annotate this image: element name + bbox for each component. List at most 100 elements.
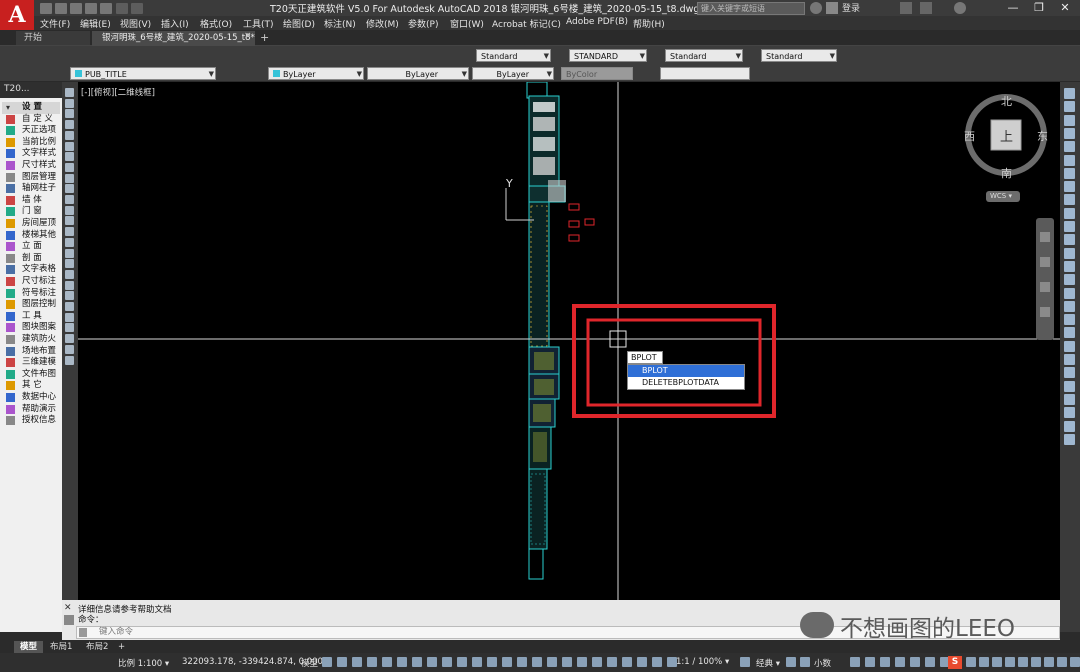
annotation-scale[interactable]: 1:1 / 100% ▾ [676,657,729,667]
panel-item[interactable]: 数据中心 [2,392,60,404]
modify-tool-icon[interactable] [1064,141,1075,153]
status-toggle-icon[interactable] [910,657,920,667]
draw-tool-icon[interactable] [65,109,74,119]
menu-window[interactable]: 窗口(W) [450,17,484,30]
viewcube-top-face[interactable]: 上 [1000,126,1013,145]
help-icon[interactable] [954,2,966,14]
maximize-button[interactable]: ❐ [1026,0,1052,16]
draw-tool-icon[interactable] [65,162,74,172]
status-toggle-icon[interactable] [865,657,875,667]
draw-tool-icon[interactable] [65,344,74,354]
status-toggle-icon[interactable] [637,657,647,667]
draw-tool-icon[interactable] [65,334,74,344]
status-toggle-icon[interactable] [322,657,332,667]
suggestion-bplot[interactable]: BPLOT [628,365,744,377]
panel-item[interactable]: 帮助演示 [2,404,60,416]
draw-tool-icon[interactable] [65,323,74,333]
panel-item[interactable]: 图块图案 [2,322,60,334]
draw-tool-icon[interactable] [65,248,74,258]
status-toggle-icon[interactable] [472,657,482,667]
draw-tool-icon[interactable] [65,237,74,247]
exchange-icon[interactable] [900,2,912,14]
status-toggle-icon[interactable] [442,657,452,667]
panel-item[interactable]: 当前比例 [2,137,60,149]
modify-tool-icon[interactable] [1064,154,1075,166]
panel-item[interactable]: 文字样式 [2,148,60,160]
new-file-icon[interactable] [40,3,52,14]
signin-button[interactable]: 登录 [842,1,860,14]
draw-tool-icon[interactable] [65,302,74,311]
panel-item[interactable]: 门 窗 [2,206,60,218]
print-icon[interactable] [100,3,112,14]
plotstyle-dropdown[interactable]: ByColor [561,67,633,80]
panel-item[interactable]: 墙 体 [2,195,60,207]
status-toggle-icon[interactable] [1057,657,1067,667]
tab-add-icon[interactable]: + [260,31,269,44]
compass-east[interactable]: 东 [1037,128,1048,144]
menu-parametric[interactable]: 参数(P) [408,17,438,30]
status-toggle-icon[interactable] [925,657,935,667]
tab-document[interactable]: 银河明珠_6号楼_建筑_2020-05-15_t8* [92,31,255,46]
panel-item[interactable]: 天正选项 [2,125,60,137]
text-style-dropdown[interactable]: Standard ▼ [476,49,551,62]
command-window-close-icon[interactable]: ✕ [64,603,74,613]
modify-tool-icon[interactable] [1064,407,1075,419]
status-toggle-icon[interactable] [1070,657,1080,667]
status-toggle-icon[interactable] [652,657,662,667]
status-toggle-icon[interactable] [517,657,527,667]
modify-tool-icon[interactable] [1064,340,1075,352]
suggestion-deletebplotdata[interactable]: DELETEBPLOTDATA [628,377,744,389]
modify-tool-icon[interactable] [1064,354,1075,365]
draw-tool-icon[interactable] [65,152,74,162]
modify-tool-icon[interactable] [1064,221,1075,232]
status-toggle-icon[interactable] [367,657,377,667]
menu-file[interactable]: 文件(F) [40,17,70,30]
status-toggle-icon[interactable] [1044,657,1054,667]
menu-dimension[interactable]: 标注(N) [324,17,356,30]
navigation-bar[interactable] [1036,218,1054,340]
panel-item[interactable]: 符号标注 [2,288,60,300]
panel-item[interactable]: 文字表格 [2,264,60,276]
draw-tool-icon[interactable] [65,184,74,194]
status-toggle-icon[interactable] [382,657,392,667]
modify-tool-icon[interactable] [1064,420,1075,432]
compass-north[interactable]: 北 [1001,93,1012,109]
tab-model[interactable]: 模型 [14,641,44,653]
menu-acrobat[interactable]: Acrobat 标记(C) [492,17,561,30]
panel-item[interactable]: 尺寸标注 [2,276,60,288]
viewcube[interactable] [965,94,1047,202]
color-dropdown[interactable]: ByLayer ▼ [268,67,364,80]
panel-item[interactable]: 工 具 [2,311,60,323]
status-toggle-icon[interactable] [457,657,467,667]
status-toggle-icon[interactable] [740,657,750,667]
status-toggle-icon[interactable] [1018,657,1028,667]
modify-tool-icon[interactable] [1064,433,1075,445]
menu-format[interactable]: 格式(O) [200,17,232,30]
save-as-icon[interactable] [85,3,97,14]
panel-item[interactable]: 场地布置 [2,346,60,358]
command-autocomplete-input[interactable]: BPLOT [627,351,663,364]
modify-tool-icon[interactable] [1064,327,1075,339]
panel-item[interactable]: 楼梯其他 [2,230,60,242]
panel-item[interactable]: 图层控制 [2,299,60,311]
draw-tool-icon[interactable] [65,205,74,215]
status-toggle-icon[interactable] [487,657,497,667]
draw-tool-icon[interactable] [65,120,74,130]
compass-west[interactable]: 西 [964,128,975,144]
viewport-label[interactable]: [-][俯视][二维线框] [81,86,155,98]
undo-icon[interactable] [116,3,128,14]
tab-layout2[interactable]: 布局2 [80,641,114,653]
modify-tool-icon[interactable] [1064,88,1075,99]
status-toggle-icon[interactable] [547,657,557,667]
dim-style-dropdown[interactable]: STANDARD ▼ [569,49,647,62]
panel-item[interactable]: ▾ 设 置 [2,102,60,114]
draw-tool-icon[interactable] [65,141,74,151]
modify-tool-icon[interactable] [1064,127,1075,139]
panel-item[interactable]: 授权信息 [2,415,60,427]
command-recent-icon[interactable] [79,628,87,637]
menu-insert[interactable]: 插入(I) [161,17,189,30]
status-toggle-icon[interactable] [850,657,860,667]
panel-item[interactable]: 文件布图 [2,369,60,381]
status-toggle-icon[interactable] [592,657,602,667]
modify-tool-icon[interactable] [1064,234,1075,246]
